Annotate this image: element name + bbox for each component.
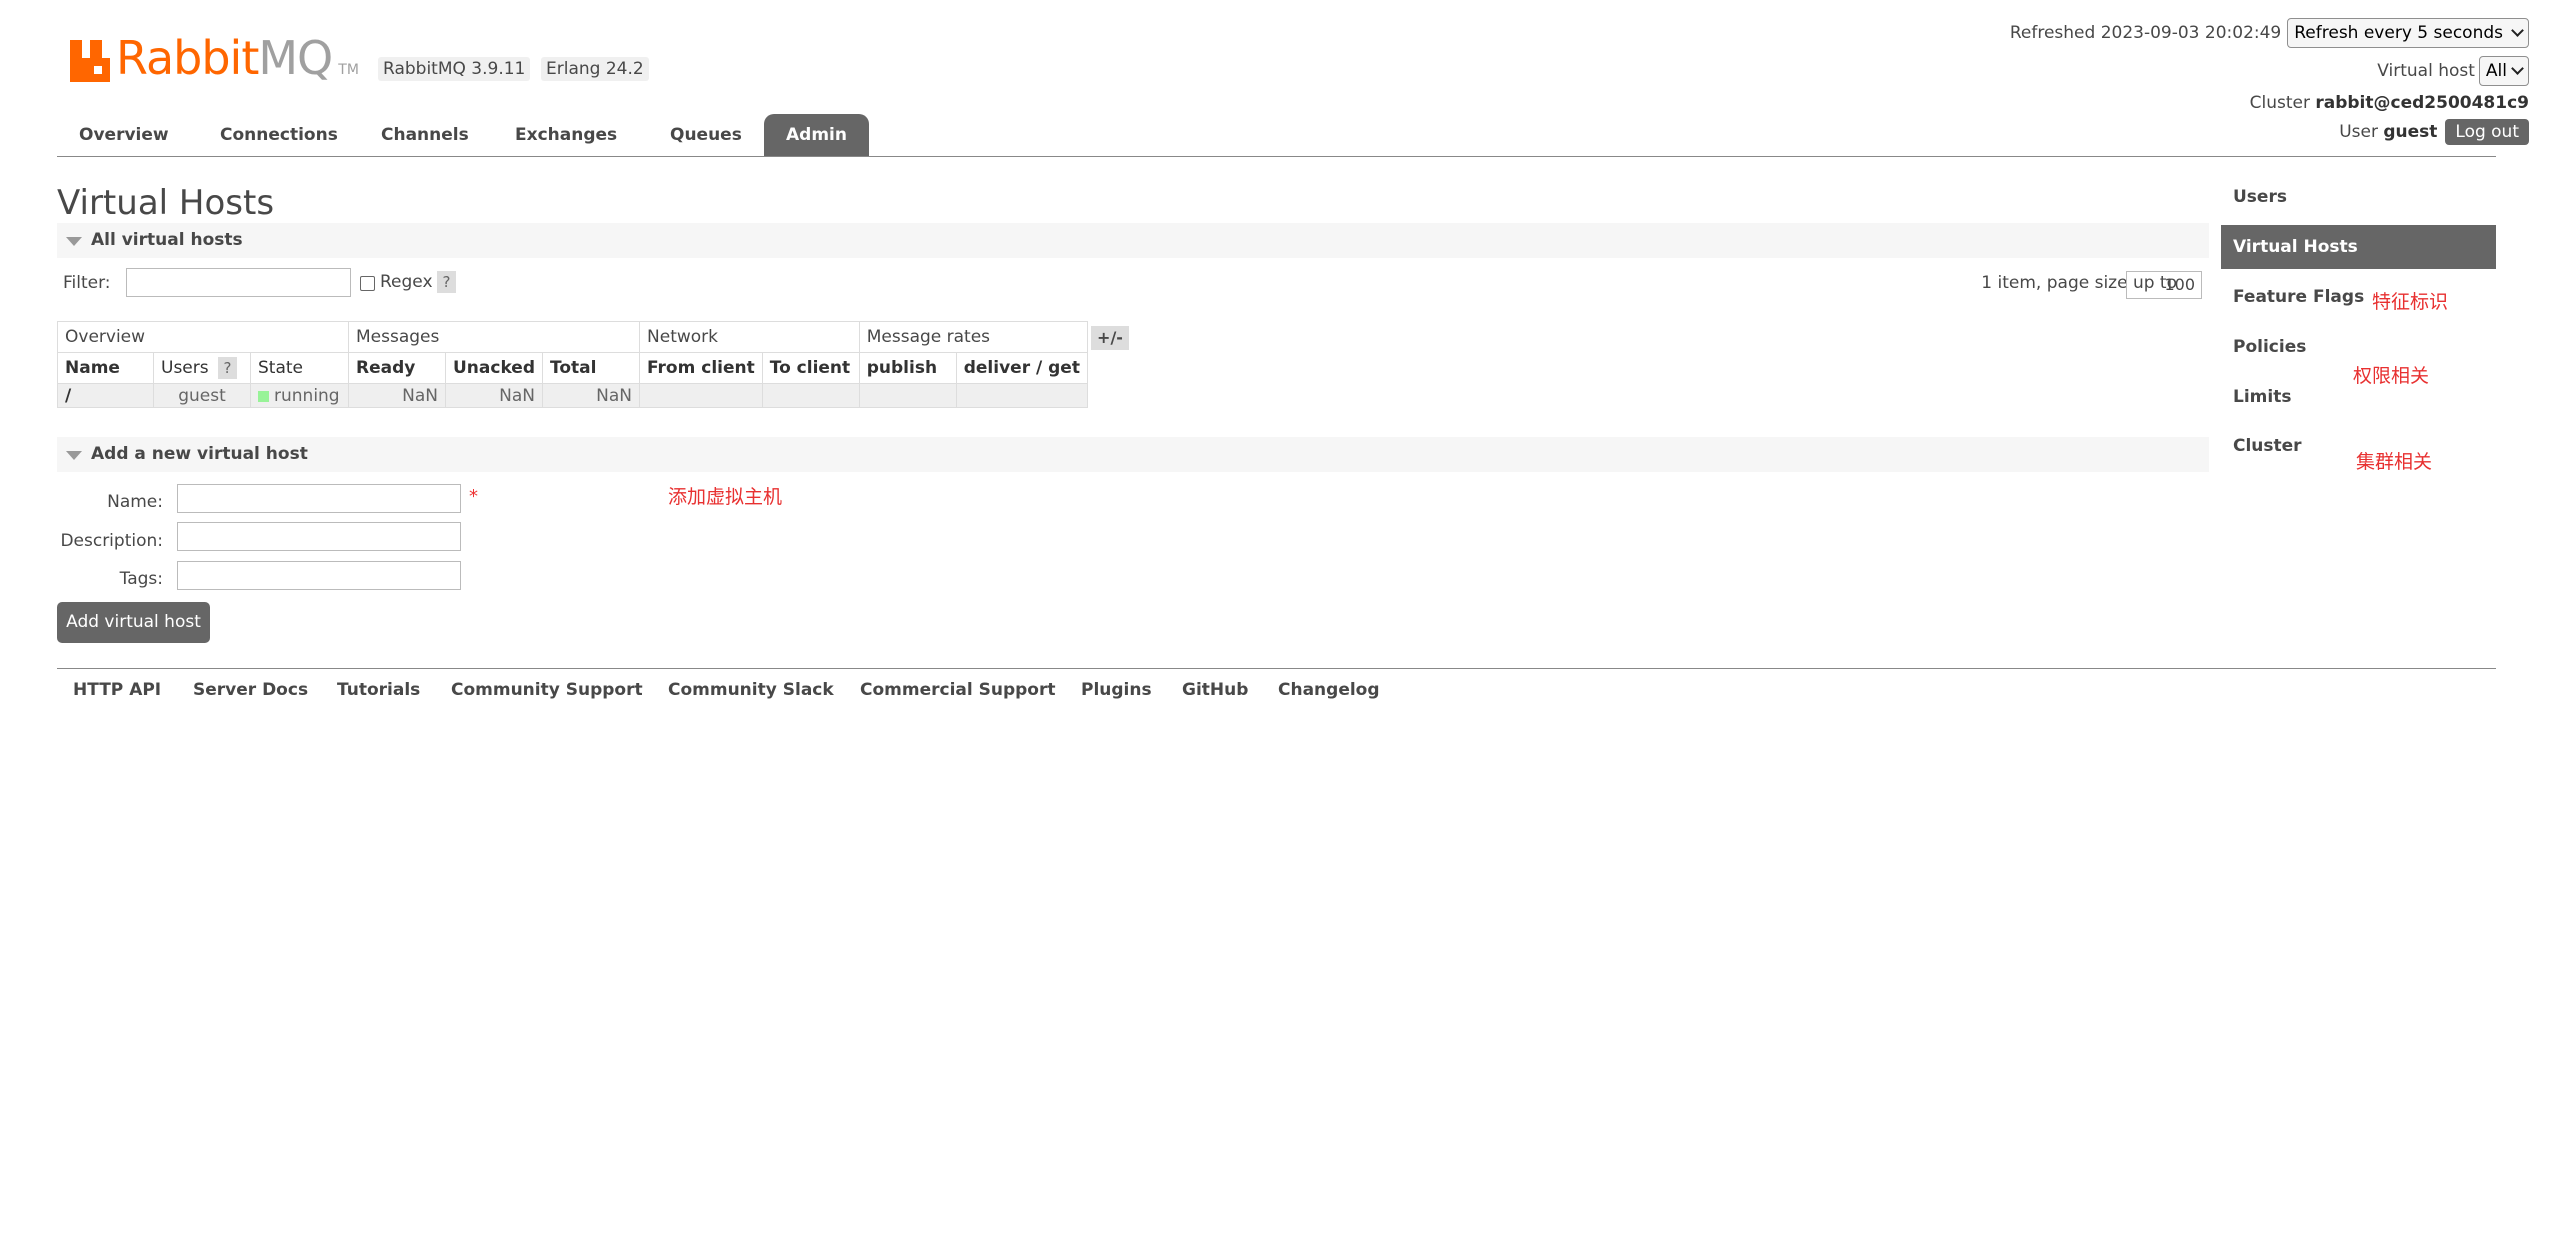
col-header-to-client[interactable]: To client (761, 352, 860, 384)
footer-link-plugins[interactable]: Plugins (1081, 680, 1152, 700)
columns-toggle-button[interactable]: +/- (1091, 326, 1129, 350)
refresh-select-value: Refresh every 5 seconds (2294, 23, 2503, 43)
footer-divider (57, 668, 2496, 669)
vhost-ready-cell: NaN (348, 383, 446, 408)
vhost-from-client-cell (639, 383, 763, 408)
vhost-to-client-cell (761, 383, 860, 408)
footer-link-changelog[interactable]: Changelog (1278, 680, 1380, 700)
vhost-state-cell: running (250, 383, 349, 408)
add-vhost-section-header[interactable]: Add a new virtual host (57, 437, 2209, 472)
tab-exchanges[interactable]: Exchanges (493, 114, 639, 156)
vhost-state-label: running (274, 385, 340, 406)
vhost-unacked-cell: NaN (444, 383, 544, 408)
footer-link-community-slack[interactable]: Community Slack (668, 680, 834, 700)
annotation-permissions: 权限相关 (2353, 365, 2430, 387)
col-header-name[interactable]: Name (57, 352, 154, 384)
col-header-from-client[interactable]: From client (639, 352, 763, 384)
footer-link-server-docs[interactable]: Server Docs (193, 680, 308, 700)
page-size-input[interactable]: 100 (2126, 271, 2202, 299)
filter-label: Filter: (63, 273, 111, 293)
group-header-messages: Messages (347, 321, 641, 353)
state-running-indicator-icon (258, 390, 269, 402)
col-header-unacked[interactable]: Unacked (444, 352, 544, 384)
name-label: Name: (107, 492, 163, 512)
filter-input[interactable] (126, 268, 351, 297)
col-header-ready[interactable]: Ready (348, 352, 446, 384)
vhost-select-value: All (2485, 61, 2507, 81)
chevron-down-icon (2511, 62, 2524, 75)
vhost-users-cell: guest (153, 383, 251, 408)
version-badge: RabbitMQ 3.9.11 (378, 57, 531, 81)
regex-checkbox[interactable] (360, 276, 375, 291)
rabbit-logo-icon (70, 40, 110, 82)
required-mark: * (469, 486, 478, 507)
regex-label: Regex (380, 272, 433, 292)
col-header-users: Users ? (153, 352, 251, 384)
add-vhost-title: Add a new virtual host (91, 444, 308, 464)
annotation-feature-flags: 特征标识 (2372, 291, 2449, 313)
rabbitmq-logo: Rabbit MQ TM (70, 30, 359, 82)
users-help-icon[interactable]: ? (218, 357, 238, 379)
col-header-publish[interactable]: publish (858, 352, 957, 384)
annotation-add-vhost: 添加虚拟主机 (668, 486, 783, 508)
vhost-publish-cell (858, 383, 957, 408)
cluster-label: Cluster (2249, 93, 2310, 113)
vhost-tags-input[interactable] (177, 561, 461, 590)
regex-help-icon[interactable]: ? (437, 271, 456, 293)
vhost-select[interactable]: All (2478, 56, 2529, 86)
vhost-total-cell: NaN (542, 383, 641, 408)
all-vhosts-title: All virtual hosts (91, 230, 243, 250)
logo-text-mq: MQ (258, 31, 333, 85)
sidebar-item-users[interactable]: Users (2221, 175, 2496, 219)
chevron-down-icon (2511, 24, 2524, 37)
sidebar-item-feature-flags[interactable]: Feature Flags (2221, 275, 2496, 319)
collapse-triangle-icon (66, 451, 82, 460)
col-header-deliver-get[interactable]: deliver / get (955, 352, 1088, 384)
tab-overview[interactable]: Overview (57, 114, 191, 156)
refreshed-text: Refreshed 2023-09-03 20:02:49 (2009, 23, 2282, 43)
vhost-name-link[interactable]: / (57, 383, 154, 408)
col-header-users-label: Users (161, 358, 209, 378)
col-header-total[interactable]: Total (542, 352, 641, 384)
vhosts-table: Overview Messages Network Message rates … (57, 321, 1088, 408)
vhost-label: Virtual host (2377, 61, 2475, 81)
table-row: / guest running NaN NaN NaN (57, 383, 1088, 408)
vhost-deliver-get-cell (955, 383, 1088, 408)
footer-link-tutorials[interactable]: Tutorials (337, 680, 420, 700)
vhost-name-input[interactable] (177, 484, 461, 513)
col-header-state: State (250, 352, 349, 384)
group-header-network: Network (639, 321, 860, 353)
annotation-cluster: 集群相关 (2356, 451, 2433, 473)
description-label: Description: (60, 531, 163, 551)
footer-link-commercial-support[interactable]: Commercial Support (860, 680, 1056, 700)
footer-link-http-api[interactable]: HTTP API (73, 680, 161, 700)
tab-admin[interactable]: Admin (764, 114, 869, 156)
tab-channels[interactable]: Channels (359, 114, 491, 156)
page-title: Virtual Hosts (57, 183, 275, 223)
logo-trademark: TM (338, 62, 359, 78)
refresh-interval-select[interactable]: Refresh every 5 seconds (2287, 18, 2529, 48)
add-virtual-host-button[interactable]: Add virtual host (57, 602, 210, 643)
erlang-badge: Erlang 24.2 (541, 57, 649, 81)
footer-link-community-support[interactable]: Community Support (451, 680, 643, 700)
sidebar-item-virtual-hosts[interactable]: Virtual Hosts (2221, 225, 2496, 269)
group-header-message-rates: Message rates (858, 321, 1088, 353)
vhost-description-input[interactable] (177, 522, 461, 551)
cluster-name: rabbit@ced2500481c9 (2315, 93, 2529, 113)
all-vhosts-section-header[interactable]: All virtual hosts (57, 223, 2209, 258)
group-header-overview: Overview (57, 321, 349, 353)
tab-connections[interactable]: Connections (198, 114, 360, 156)
collapse-triangle-icon (66, 237, 82, 246)
footer-link-github[interactable]: GitHub (1182, 680, 1248, 700)
logo-text-rabbit: Rabbit (116, 31, 259, 85)
tags-label: Tags: (119, 569, 163, 589)
tab-queues[interactable]: Queues (648, 114, 764, 156)
main-nav-tabs: Overview Connections Channels Exchanges … (57, 114, 2496, 157)
